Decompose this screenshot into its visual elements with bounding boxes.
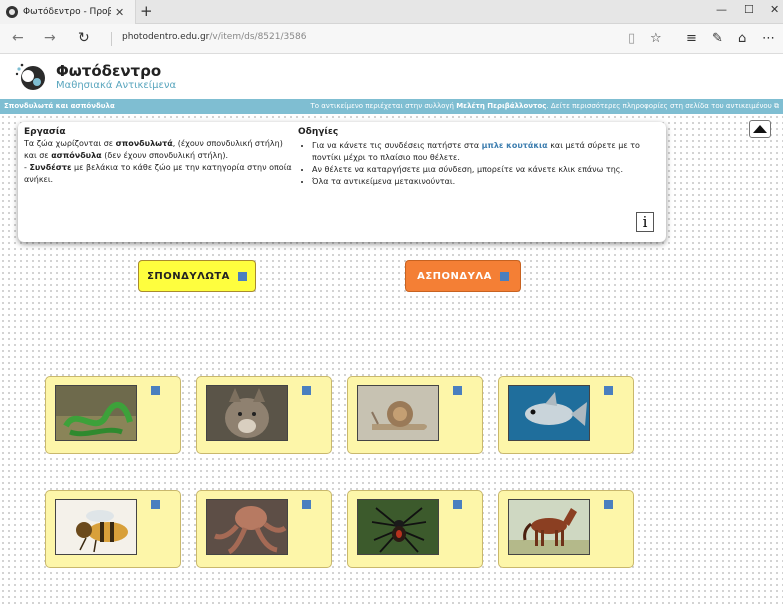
- instructions-panel: Εργασία Τα ζώα χωρίζονται σε σπονδυλωτά,…: [18, 122, 666, 242]
- connector-handle[interactable]: [453, 386, 462, 395]
- object-title: Σπονδυλωτά και ασπόνδυλα: [4, 102, 115, 110]
- hub-icon[interactable]: ≡: [686, 31, 697, 46]
- blue-boxes-term: μπλε κουτάκια: [481, 141, 548, 150]
- site-subtitle: Μαθησιακά Αντικείμενα: [56, 80, 177, 91]
- animal-card-snail[interactable]: [347, 376, 483, 454]
- url-path: /v/item/ds/8521/3586: [209, 32, 307, 42]
- task-section: Εργασία Τα ζώα χωρίζονται σε σπονδυλωτά,…: [24, 126, 294, 186]
- category-invertebrates[interactable]: ΑΣΠΟΝΔΥΛΑ: [405, 260, 521, 292]
- collection-info: Το αντικείμενο περιέχεται στην συλλογή Μ…: [310, 102, 779, 110]
- bee-image: [55, 499, 137, 555]
- connector-handle[interactable]: [151, 386, 160, 395]
- favorite-star-icon[interactable]: ☆: [650, 31, 662, 46]
- close-tab-icon[interactable]: ✕: [115, 6, 124, 19]
- browser-tab[interactable]: Φωτόδεντρο - Προβολ ✕: [0, 0, 136, 24]
- invertebrates-term: ασπόνδυλα: [51, 151, 102, 160]
- guide-item: Όλα τα αντικείμενα μετακινούνται.: [312, 176, 666, 188]
- maximize-icon[interactable]: ☐: [744, 3, 754, 16]
- more-icon[interactable]: ⋯: [762, 31, 775, 46]
- connector-handle[interactable]: [453, 500, 462, 509]
- connector-handle[interactable]: [151, 500, 160, 509]
- connector-handle[interactable]: [237, 271, 247, 281]
- category-label: ΣΠΟΝΔΥΛΩΤΑ: [147, 270, 230, 282]
- browser-tab-bar: Φωτόδεντρο - Προβολ ✕ + — ☐ ✕: [0, 0, 783, 24]
- collection-prefix: Το αντικείμενο περιέχεται στην συλλογή: [310, 102, 457, 110]
- task-text-1: Τα ζώα χωρίζονται σε: [24, 139, 116, 148]
- fish-image: [508, 385, 590, 441]
- reading-view-icon[interactable]: ▯: [628, 31, 635, 46]
- animal-card-horse[interactable]: [498, 490, 634, 568]
- close-window-icon[interactable]: ✕: [770, 3, 779, 16]
- animal-card-octopus[interactable]: [196, 490, 332, 568]
- connector-handle[interactable]: [604, 500, 613, 509]
- task-text: Τα ζώα χωρίζονται σε σπονδυλωτά, (έχουν …: [24, 138, 294, 162]
- activity-workspace: Εργασία Τα ζώα χωρίζονται σε σπονδυλωτά,…: [0, 114, 783, 607]
- collection-suffix[interactable]: . Δείτε περισσότερες πληροφορίες στη σελ…: [546, 102, 771, 110]
- task-text-3: (δεν έχουν σπονδυλική στήλη).: [101, 151, 228, 160]
- minimize-icon[interactable]: —: [716, 3, 727, 16]
- snake-image: [55, 385, 137, 441]
- animal-card-snake[interactable]: [45, 376, 181, 454]
- animal-card-fish[interactable]: [498, 376, 634, 454]
- guide-item: Για να κάνετε τις συνδέσεις πατήστε στα …: [312, 140, 666, 164]
- spider-image: [357, 499, 439, 555]
- connect-term: Συνδέστε: [29, 163, 72, 172]
- refresh-icon[interactable]: ↻: [78, 30, 90, 46]
- info-button[interactable]: i: [636, 212, 654, 232]
- octopus-image: [206, 499, 288, 555]
- snail-image: [357, 385, 439, 441]
- category-vertebrates[interactable]: ΣΠΟΝΔΥΛΩΤΑ: [138, 260, 256, 292]
- horse-image: [508, 499, 590, 555]
- site-header: Φωτόδεντρο Μαθησιακά Αντικείμενα: [0, 55, 783, 98]
- tab-title: Φωτόδεντρο - Προβολ: [23, 7, 111, 17]
- task-instruction: - Συνδέστε με βελάκια το κάθε ζώο με την…: [24, 162, 294, 186]
- web-note-icon[interactable]: ✎: [712, 31, 723, 46]
- forward-icon[interactable]: →: [44, 30, 56, 46]
- guide-list: Για να κάνετε τις συνδέσεις πατήστε στα …: [312, 140, 666, 188]
- collapse-panel-button[interactable]: [749, 120, 771, 138]
- site-title[interactable]: Φωτόδεντρο: [56, 62, 161, 80]
- category-label: ΑΣΠΟΝΔΥΛΑ: [417, 270, 492, 282]
- animal-card-spider[interactable]: [347, 490, 483, 568]
- collection-link[interactable]: Μελέτη Περιβάλλοντος: [456, 102, 546, 110]
- animal-card-wolf[interactable]: [196, 376, 332, 454]
- guide-heading: Οδηγίες: [298, 127, 339, 137]
- triangle-up-icon: [753, 125, 767, 133]
- wolf-image: [206, 385, 288, 441]
- photodentro-logo-icon[interactable]: [14, 60, 46, 92]
- object-info-bar: Σπονδυλωτά και ασπόνδυλα Το αντικείμενο …: [0, 99, 783, 114]
- guide-item-1a: Για να κάνετε τις συνδέσεις πατήστε στα: [312, 141, 482, 150]
- favicon-icon: [6, 6, 18, 18]
- connector-handle[interactable]: [604, 386, 613, 395]
- url-host: photodentro.edu.gr: [122, 32, 210, 42]
- address-bar: ← → ↻ photodentro.edu.gr/v/item/ds/8521/…: [0, 24, 783, 54]
- guide-section: Οδηγίες Για να κάνετε τις συνδέσεις πατή…: [298, 126, 666, 188]
- vertebrates-term: σπονδυλωτά: [115, 139, 173, 148]
- connector-handle[interactable]: [302, 500, 311, 509]
- url-field[interactable]: photodentro.edu.gr/v/item/ds/8521/3586: [122, 32, 306, 42]
- new-tab-icon[interactable]: +: [140, 2, 153, 20]
- connector-handle[interactable]: [302, 386, 311, 395]
- share-icon[interactable]: ⌂: [738, 31, 746, 46]
- connector-handle[interactable]: [499, 271, 509, 281]
- task-heading: Εργασία: [24, 127, 66, 137]
- animal-card-bee[interactable]: [45, 490, 181, 568]
- guide-item: Αν θέλετε να καταργήσετε μια σύνδεση, μπ…: [312, 164, 666, 176]
- address-separator: [111, 32, 112, 46]
- back-icon[interactable]: ←: [12, 30, 24, 46]
